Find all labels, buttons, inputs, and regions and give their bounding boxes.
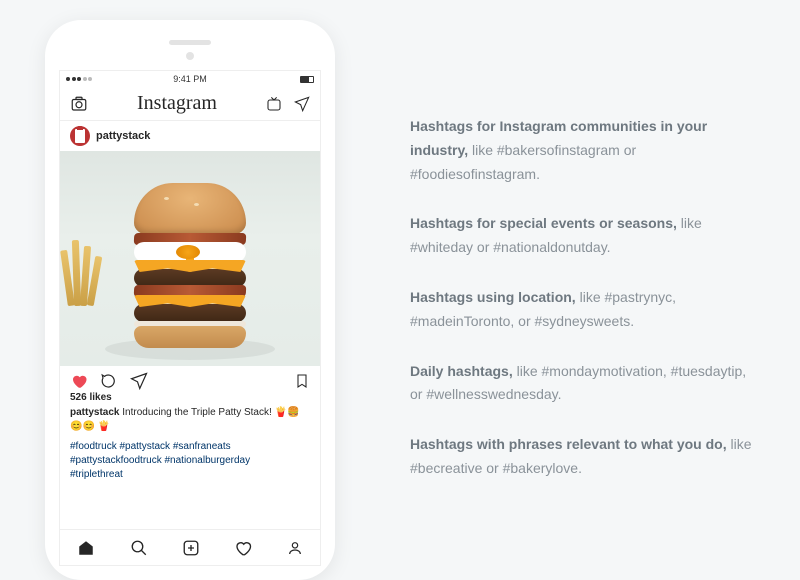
tip-item: Hashtags with phrases relevant to what y…	[410, 433, 760, 481]
send-icon[interactable]	[294, 96, 310, 112]
post-header[interactable]: pattystack	[60, 121, 320, 151]
signal-dots-icon	[66, 77, 92, 81]
tip-item: Hashtags using location, like #pastrynyc…	[410, 286, 760, 334]
tip-item: Daily hashtags, like #mondaymotivation, …	[410, 360, 760, 408]
activity-icon[interactable]	[234, 539, 252, 557]
hashtag-line[interactable]: #triplethreat	[70, 468, 310, 482]
bottom-tabbar	[60, 529, 320, 565]
phone-screen: 9:41 PM Instagram p	[59, 70, 321, 566]
heart-icon[interactable]	[70, 372, 88, 390]
share-icon[interactable]	[130, 372, 148, 390]
tip-bold: Hashtags with phrases relevant to what y…	[410, 436, 727, 452]
post-caption: pattystack Introducing the Triple Patty …	[60, 406, 320, 436]
tip-bold: Hashtags for special events or seasons,	[410, 215, 677, 231]
igtv-icon[interactable]	[266, 96, 282, 112]
tip-bold: Hashtags using location,	[410, 289, 576, 305]
burger-illustration	[130, 183, 250, 348]
post-username[interactable]: pattystack	[96, 130, 150, 142]
camera-icon[interactable]	[70, 95, 88, 113]
battery-icon	[300, 76, 314, 83]
hashtag-line[interactable]: #foodtruck #pattystack #sanfraneats	[70, 440, 310, 454]
comment-icon[interactable]	[100, 372, 118, 390]
status-time: 9:41 PM	[173, 74, 207, 84]
post-hashtags[interactable]: #foodtruck #pattystack #sanfraneats #pat…	[60, 436, 320, 482]
iphone-frame: 9:41 PM Instagram p	[45, 20, 335, 580]
likes-count[interactable]: 526 likes	[60, 392, 320, 406]
profile-icon[interactable]	[287, 539, 303, 557]
hashtag-line[interactable]: #pattystackfoodtruck #nationalburgerday	[70, 454, 310, 468]
search-icon[interactable]	[130, 539, 148, 557]
caption-username[interactable]: pattystack	[70, 407, 119, 418]
avatar[interactable]	[70, 126, 90, 146]
tip-item: Hashtags for Instagram communities in yo…	[410, 115, 760, 186]
post-actions	[60, 366, 320, 392]
status-bar: 9:41 PM	[60, 71, 320, 87]
tip-item: Hashtags for special events or seasons, …	[410, 212, 760, 260]
phone-mockup-column: 9:41 PM Instagram p	[0, 0, 380, 544]
instagram-logo: Instagram	[137, 92, 217, 115]
add-post-icon[interactable]	[182, 539, 200, 557]
tips-column: Hashtags for Instagram communities in yo…	[380, 0, 800, 544]
tip-bold: Daily hashtags,	[410, 363, 513, 379]
bookmark-icon[interactable]	[294, 372, 310, 390]
post-image[interactable]	[60, 151, 320, 366]
fries-decoration	[64, 236, 100, 306]
instagram-header: Instagram	[60, 87, 320, 121]
caption-text: Introducing the Triple Patty Stack!	[119, 407, 274, 418]
home-icon[interactable]	[77, 539, 95, 557]
